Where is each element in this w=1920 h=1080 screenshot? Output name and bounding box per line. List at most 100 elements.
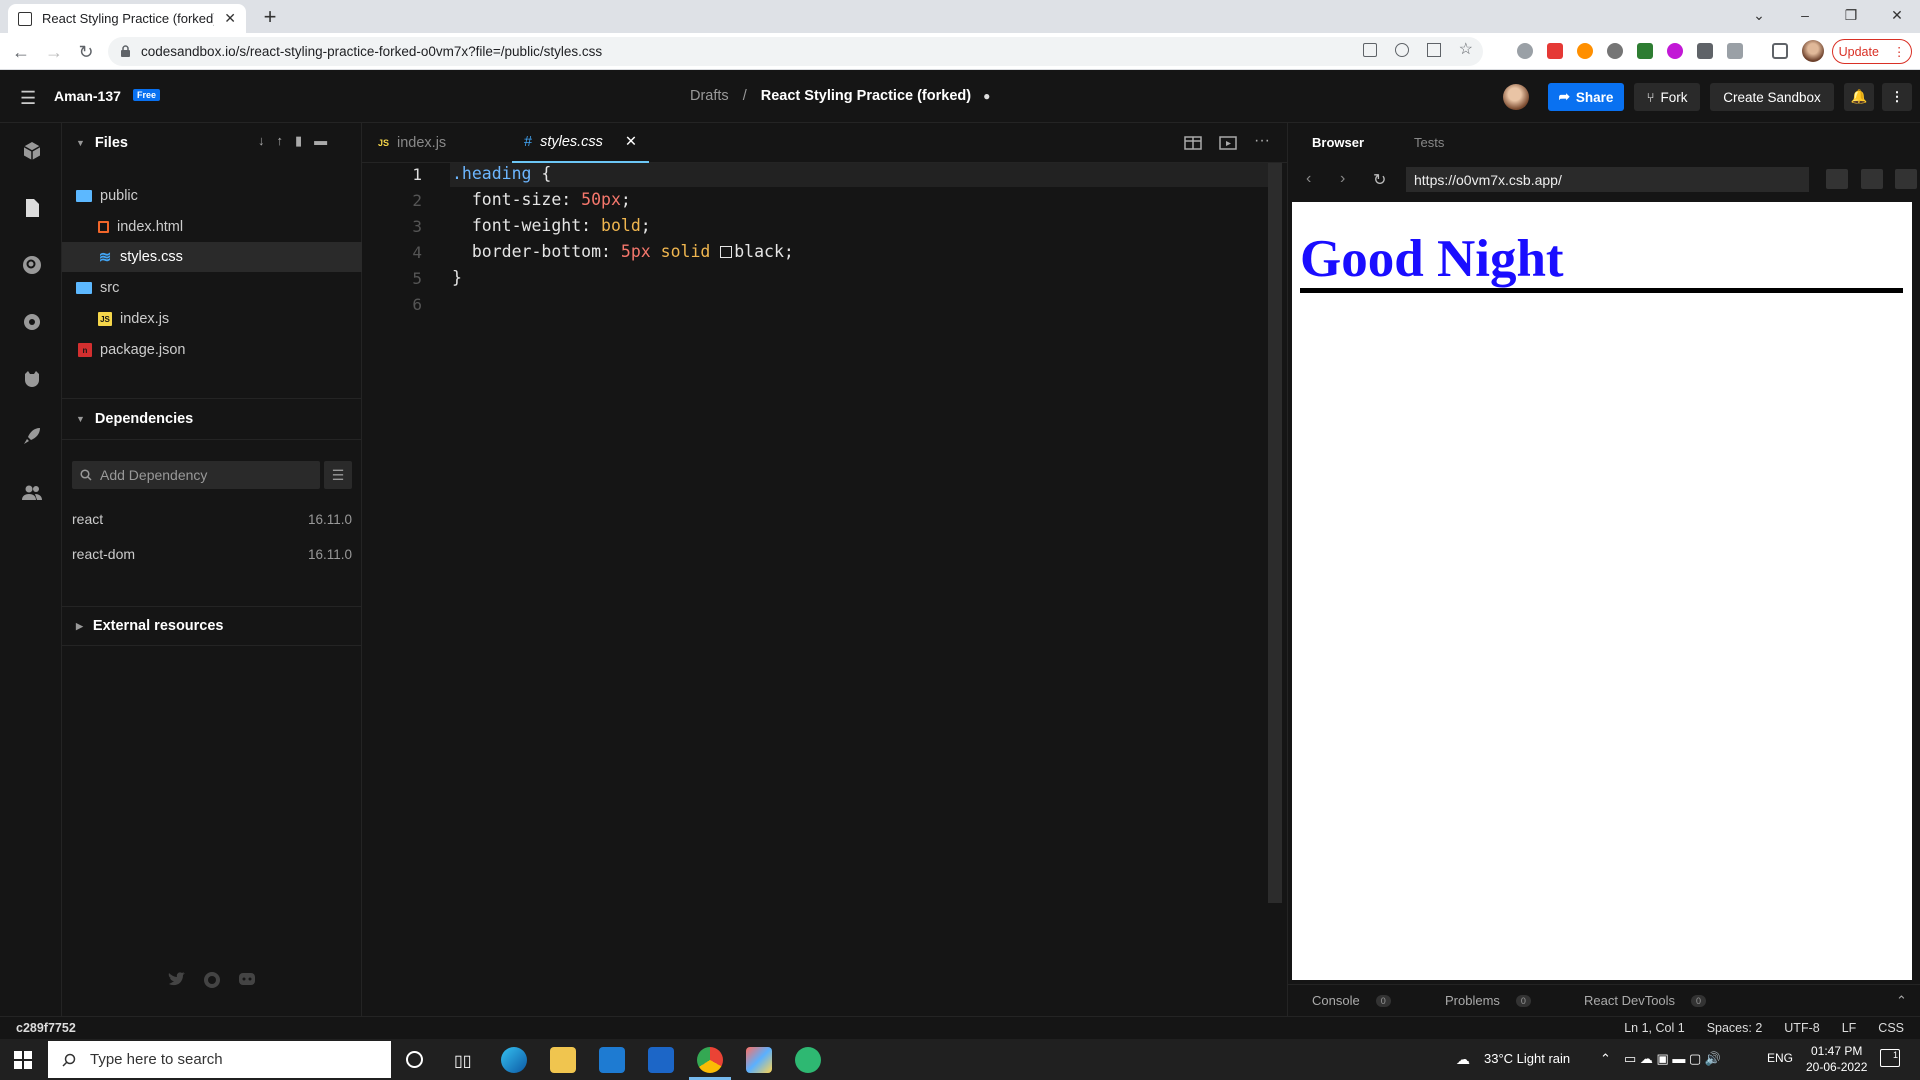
mail-icon[interactable] [599, 1047, 625, 1073]
more-options-icon[interactable]: ⋮ [1882, 83, 1912, 111]
menu-icon[interactable]: ☰ [20, 88, 36, 109]
split-view-icon[interactable] [1184, 135, 1202, 151]
preview-url-input[interactable]: https://o0vm7x.csb.app/ [1406, 167, 1809, 192]
app-icon[interactable] [746, 1047, 772, 1073]
preview-window-icon[interactable] [1219, 135, 1237, 151]
file-tree-item-index-html[interactable]: index.html [62, 212, 362, 242]
list-icon[interactable]: ☰ [324, 461, 352, 489]
tab-search-icon[interactable]: ⌄ [1736, 0, 1782, 30]
file-tree-item-index-js[interactable]: JS index.js [62, 304, 362, 334]
tab-browser[interactable]: Browser [1312, 135, 1364, 150]
store-icon[interactable] [648, 1047, 674, 1073]
zoom-icon[interactable] [1394, 43, 1409, 57]
extensions-puzzle-icon[interactable] [1697, 43, 1713, 59]
windows-start-icon[interactable] [14, 1051, 32, 1069]
extension-icon[interactable] [1547, 43, 1563, 59]
gear-icon[interactable] [21, 311, 43, 333]
profile-avatar[interactable] [1802, 40, 1824, 62]
react-devtools-tab[interactable]: React DevTools 0 [1584, 993, 1707, 1008]
chevron-up-icon[interactable]: ⌃ [1600, 1051, 1611, 1067]
open-new-window-icon[interactable] [1861, 169, 1883, 189]
line-ending[interactable]: LF [1842, 1021, 1857, 1035]
edge-icon[interactable] [501, 1047, 527, 1073]
language-indicator[interactable]: ENG [1767, 1051, 1793, 1065]
extension-icon[interactable] [1607, 43, 1623, 59]
console-tab[interactable]: Console 0 [1312, 993, 1391, 1008]
clock[interactable]: 01:47 PM 20-06-2022 [1806, 1043, 1867, 1075]
dependencies-section-header[interactable]: ▼ Dependencies [62, 399, 362, 439]
external-resources-header[interactable]: ▶ External resources [62, 606, 362, 646]
back-icon[interactable]: ← [8, 39, 34, 65]
forward-icon[interactable]: → [41, 39, 67, 65]
indentation[interactable]: Spaces: 2 [1707, 1021, 1763, 1035]
fork-button[interactable]: ⑂ Fork [1634, 83, 1700, 111]
share-page-icon[interactable] [1426, 43, 1441, 57]
update-button[interactable]: Update ⋮ [1832, 39, 1912, 64]
extension-icon[interactable] [1637, 43, 1653, 59]
cursor-position[interactable]: Ln 1, Col 1 [1624, 1021, 1684, 1035]
bookmark-star-icon[interactable]: ☆ [1459, 42, 1473, 58]
problems-tab[interactable]: Problems 0 [1445, 993, 1531, 1008]
notification-center-icon[interactable]: 1 [1880, 1049, 1900, 1067]
chrome-icon[interactable] [697, 1047, 723, 1073]
extension-icon[interactable] [1517, 43, 1533, 59]
chevron-up-icon[interactable]: ⌃ [1896, 993, 1907, 1009]
forward-icon[interactable]: › [1340, 170, 1358, 188]
file-tree-item-styles-css[interactable]: ≋ styles.css [62, 242, 362, 272]
refresh-icon[interactable]: ↻ [1373, 170, 1391, 189]
tray-icons[interactable]: ▭ ☁ ▣ ▬ ▢ 🔊 [1624, 1051, 1721, 1067]
more-horizontal-icon[interactable]: ··· [1254, 133, 1272, 151]
task-view-icon[interactable]: ▯▯ [454, 1051, 472, 1071]
file-tree-folder-src[interactable]: src [62, 273, 362, 303]
twitter-icon[interactable] [168, 971, 188, 991]
tab-index-js[interactable]: JS index.js [378, 123, 446, 163]
tab-styles-css[interactable]: # styles.css ✕ [512, 123, 650, 163]
file-tree-folder-public[interactable]: public [62, 181, 362, 211]
breadcrumb-drafts[interactable]: Drafts [690, 88, 729, 104]
sandbox-title[interactable]: React Styling Practice (forked) [761, 88, 971, 104]
address-bar[interactable]: codesandbox.io/s/react-styling-practice-… [108, 37, 1483, 66]
avatar[interactable] [1503, 84, 1529, 110]
restore-button[interactable]: ❐ [1828, 0, 1874, 30]
new-folder-icon[interactable]: ▬ [314, 133, 327, 149]
close-window-button[interactable]: ✕ [1874, 0, 1920, 30]
dependency-row-react[interactable]: react 16.11.0 [72, 507, 352, 531]
discord-icon[interactable] [238, 971, 258, 991]
devtools-icon[interactable] [1895, 169, 1917, 189]
encoding[interactable]: UTF-8 [1784, 1021, 1819, 1035]
box-icon[interactable] [21, 140, 43, 162]
create-sandbox-button[interactable]: Create Sandbox [1710, 83, 1834, 111]
close-tab-icon[interactable]: ✕ [224, 10, 236, 27]
reload-icon[interactable]: ↻ [73, 39, 99, 65]
install-icon[interactable] [1362, 43, 1377, 57]
bell-icon[interactable]: 🔔 [1844, 83, 1874, 111]
minimize-button[interactable]: – [1782, 0, 1828, 30]
close-tab-icon[interactable]: ✕ [625, 134, 637, 150]
file-tree-item-package-json[interactable]: n package.json [62, 335, 362, 365]
username[interactable]: Aman-137 [54, 88, 121, 104]
side-panel-icon[interactable] [1772, 43, 1788, 59]
back-icon[interactable]: ‹ [1306, 170, 1324, 188]
cortana-icon[interactable] [406, 1051, 423, 1068]
reading-list-icon[interactable] [1727, 43, 1743, 59]
weather-text[interactable]: 33°C Light rain [1484, 1051, 1570, 1066]
new-tab-button[interactable]: + [258, 6, 282, 30]
editor-scrollbar[interactable] [1268, 163, 1282, 903]
files-icon[interactable] [21, 197, 43, 219]
browser-tab[interactable]: React Styling Practice (forked) - C ✕ [8, 4, 246, 33]
github-icon[interactable] [203, 971, 223, 991]
file-explorer-icon[interactable] [550, 1047, 576, 1073]
upload-icon[interactable]: ↑ [277, 133, 284, 149]
share-button[interactable]: ➦ Share [1548, 83, 1624, 111]
rocket-icon[interactable] [21, 425, 43, 447]
tab-tests[interactable]: Tests [1414, 135, 1444, 150]
color-swatch[interactable] [720, 246, 733, 258]
preview-frame[interactable]: Good Night [1292, 202, 1912, 980]
dependency-row-react-dom[interactable]: react-dom 16.11.0 [72, 542, 352, 566]
language-mode[interactable]: CSS [1878, 1021, 1904, 1035]
team-icon[interactable] [21, 482, 43, 504]
taskbar-search-input[interactable]: Type here to search [48, 1041, 391, 1078]
add-dependency-input[interactable]: Add Dependency [72, 461, 320, 489]
extension-icon[interactable] [1577, 43, 1593, 59]
download-icon[interactable]: ↓ [258, 133, 265, 149]
